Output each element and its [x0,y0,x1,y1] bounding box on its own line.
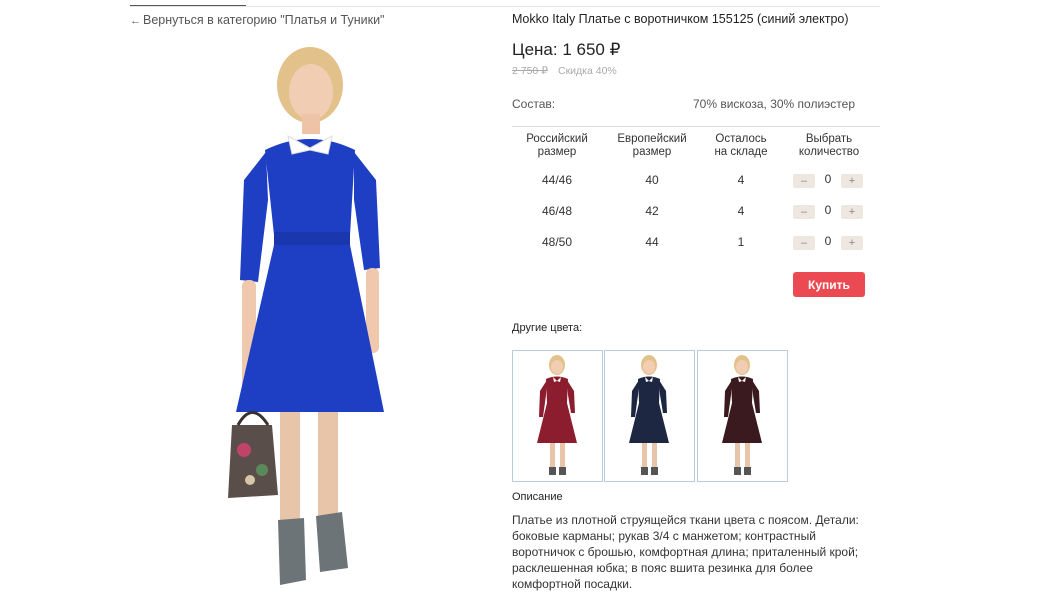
composition-label: Состав: [512,97,556,111]
color-thumbnail[interactable] [604,350,695,482]
header-eu-size: Европейский размер [617,133,687,158]
decrease-quantity-button[interactable]: – [793,205,815,219]
quantity-stepper: –0 + [793,172,863,188]
cell-eu-size: 40 [645,173,659,187]
back-link-label: Вернуться в категорию "Платья и Туники" [143,13,385,27]
description-label: Описание [512,491,563,503]
description-text: Платье из плотной струящейся ткани цвета… [512,513,859,591]
increase-quantity-button[interactable]: + [841,174,863,188]
old-price: 2 750 ₽ [512,65,548,77]
cell-ru-size: 48/50 [541,235,573,249]
header-qty: Выбрать количество [798,133,860,158]
cell-ru-size: 46/48 [541,204,573,218]
main-product-photo[interactable] [180,40,410,590]
increase-quantity-button[interactable]: + [841,205,863,219]
color-thumbnail[interactable] [512,350,603,482]
decrease-quantity-button[interactable]: – [793,236,815,250]
product-title: Mokko Italy Платье с воротничком 155125 … [512,12,849,26]
discount-badge: Скидка 40% [558,65,617,77]
increase-quantity-button[interactable]: + [841,236,863,250]
header-ru-size: Российский размер [526,133,588,158]
cell-eu-size: 42 [645,204,659,218]
quantity-value[interactable]: 0 [815,234,841,248]
composition-value: 70% вискоза, 30% полиэстер [693,97,855,111]
other-colors-label: Другие цвета: [512,322,583,334]
cell-ru-size: 44/46 [541,173,573,187]
size-table-divider [512,126,880,127]
quantity-stepper: –0 + [793,203,863,219]
quantity-value[interactable]: 0 [815,172,841,186]
cell-eu-size: 44 [645,235,659,249]
back-to-category-link[interactable]: ← Вернуться в категорию "Платья и Туники" [130,13,385,27]
quantity-stepper: –0 + [793,234,863,250]
cell-stock: 4 [737,204,745,218]
cell-stock: 1 [737,235,745,249]
quantity-value[interactable]: 0 [815,203,841,217]
buy-button[interactable]: Купить [793,272,865,297]
decrease-quantity-button[interactable]: – [793,174,815,188]
header-stock: Осталось на складе [714,133,768,158]
cell-stock: 4 [737,173,745,187]
product-price: Цена: 1 650 ₽ [512,40,621,59]
back-arrow-icon: ← [130,15,141,27]
top-divider [130,6,880,7]
color-thumbnail[interactable] [697,350,788,482]
